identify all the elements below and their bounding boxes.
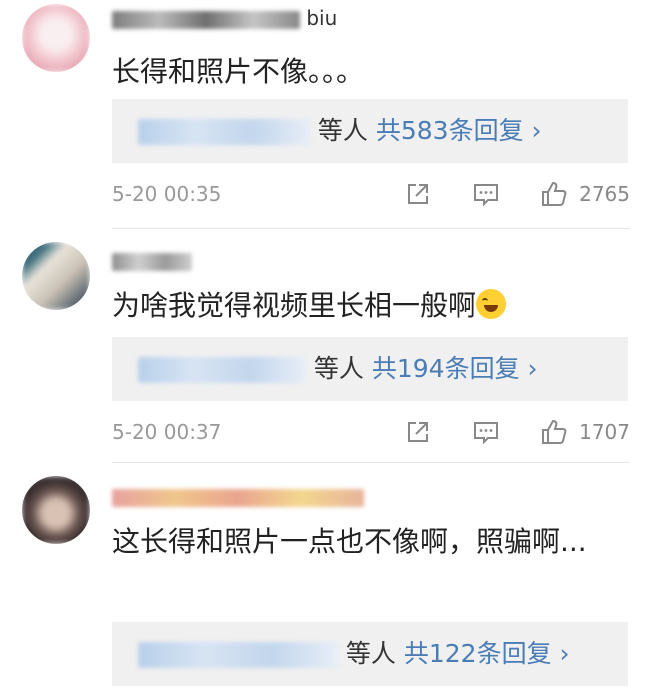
reply-users-suffix: 等人 (317, 116, 368, 145)
username[interactable] (112, 248, 192, 272)
divider (112, 228, 630, 229)
username[interactable] (112, 484, 364, 508)
laughing-tears-emoji (476, 289, 507, 319)
comment-item: 这长得和照片一点也不像啊，照骗啊... 等人 共122条回复 › (0, 464, 650, 691)
avatar[interactable] (22, 476, 90, 544)
timestamp: 5-20 00:37 (112, 420, 222, 444)
like-count: 2765 (579, 182, 630, 206)
reply-users-suffix: 等人 (345, 639, 396, 668)
replies-preview[interactable]: 等人 共583条回复 › (112, 99, 628, 163)
reply-count-link[interactable]: 共194条回复 › (372, 354, 538, 383)
reply-count-link[interactable]: 共122条回复 › (404, 639, 570, 668)
share-icon[interactable] (404, 418, 432, 446)
share-icon[interactable] (404, 180, 432, 208)
username-blur (112, 488, 364, 507)
replies-preview[interactable]: 等人 共122条回复 › (112, 622, 628, 686)
username[interactable]: biu (112, 6, 337, 30)
comment-icon[interactable] (472, 180, 500, 208)
comment-text: 这长得和照片一点也不像啊，照骗啊... (112, 525, 587, 558)
comment-icon[interactable] (472, 418, 500, 446)
replies-preview[interactable]: 等人 共194条回复 › (112, 337, 628, 401)
username-blur (112, 10, 300, 29)
comment-item: biu 长得和照片不像。。。 等人 共583条回复 › 5-20 00:35 2… (0, 0, 650, 230)
thumbs-up-icon[interactable] (540, 418, 568, 446)
comment-text: 长得和照片不像。。。 (112, 55, 365, 88)
comment-item: 为啥我觉得视频里长相一般啊 等人 共194条回复 › 5-20 00:37 17… (0, 230, 650, 462)
divider (112, 462, 630, 463)
reply-users-suffix: 等人 (313, 354, 364, 383)
reply-users-blur (137, 357, 306, 383)
like-count: 1707 (579, 420, 630, 444)
comment-meta: 5-20 00:37 1707 (112, 418, 630, 448)
timestamp: 5-20 00:35 (112, 182, 222, 206)
avatar[interactable] (22, 4, 90, 72)
comment-text: 为啥我觉得视频里长相一般啊 (112, 284, 630, 328)
comment-text-content: 为啥我觉得视频里长相一般啊 (112, 289, 477, 322)
username-text: biu (306, 6, 338, 30)
thumbs-up-icon[interactable] (540, 180, 568, 208)
reply-users-blur (137, 642, 338, 668)
username-blur (112, 252, 192, 271)
comment-meta: 5-20 00:35 2765 (112, 180, 630, 210)
reply-count-link[interactable]: 共583条回复 › (376, 116, 542, 145)
avatar[interactable] (22, 242, 90, 310)
reply-users-blur (137, 119, 310, 145)
